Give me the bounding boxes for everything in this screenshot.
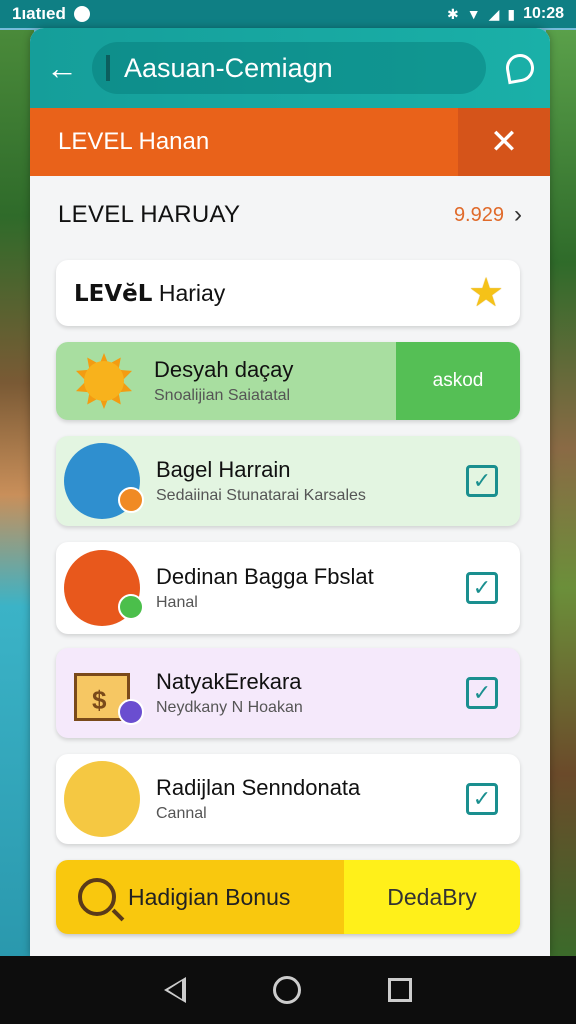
section-header[interactable]: LEVEL HARUAY 9.929 › (30, 176, 550, 254)
avatar (64, 550, 144, 626)
task-row[interactable]: $ NatyakErekara Neydkany N Hoakan ✓ (56, 648, 520, 738)
section-value: 9.929 (453, 203, 504, 226)
cursor-bar (106, 55, 110, 81)
task-title: Bagel Harrain (156, 457, 291, 482)
sun-icon (76, 353, 132, 409)
check-icon[interactable]: ✓ (466, 572, 498, 604)
clock: 10:28 (523, 5, 564, 22)
main-card: ← Aasuan-Cemiagn LEVEL Hanan ✕ LEVEL HAR… (30, 28, 550, 956)
star-icon[interactable]: ★ (468, 270, 504, 316)
signal-icon: ◢ (488, 5, 500, 22)
section-heading: LEVEL HARUAY (58, 201, 241, 228)
wifi-icon: ▼ (466, 6, 481, 22)
app-bar: ← Aasuan-Cemiagn (30, 28, 550, 108)
task-subtitle: Neydkany N Hoakan (156, 699, 303, 716)
navigation-bar (0, 956, 576, 1024)
avatar (64, 443, 144, 519)
task-title: Dedinan Bagga Fbslat (156, 564, 374, 589)
task-title: NatyakErekara (156, 669, 302, 694)
check-icon[interactable]: ✓ (466, 677, 498, 709)
level-card-label-bold: LEVĕL (74, 280, 153, 307)
carrier-label: 1ıatıed (12, 4, 66, 23)
bonus-button[interactable]: DedaBry (344, 860, 520, 934)
leaf-icon[interactable] (486, 51, 537, 85)
notification-icon (73, 6, 90, 22)
task-title: Radijlan Senndonata (156, 775, 361, 800)
task-subtitle: Sedaiinai Stunatarai Karsales (156, 487, 366, 504)
avatar (64, 761, 140, 837)
level-banner: LEVEL Hanan ✕ (30, 108, 550, 176)
task-row[interactable]: Dedinan Bagga Fbslat Hanal ✓ (56, 542, 520, 634)
daily-task-title: Desyah daçay (154, 357, 294, 382)
nav-recent-icon[interactable] (388, 978, 413, 1002)
task-subtitle: Hanal (156, 594, 198, 611)
task-row[interactable]: Radijlan Senndonata Cannal ✓ (56, 754, 520, 844)
daily-task-button[interactable]: askod (396, 342, 520, 420)
daily-task-row[interactable]: Desyah daçay Snoalijian Saiatatal askod (56, 342, 520, 420)
battery-icon: ▮ (507, 5, 516, 22)
status-bar: 1ıatıed ✱ ▼ ◢ ▮ 10:28 (0, 0, 576, 28)
bonus-bar[interactable]: Hadigian Bonus DedaBry (56, 860, 520, 934)
level-card-label: Hariay (158, 279, 226, 306)
check-icon[interactable]: ✓ (466, 465, 498, 497)
task-subtitle: Cannal (156, 805, 207, 822)
search-icon (78, 878, 116, 916)
chevron-right-icon: › (514, 201, 522, 228)
check-icon[interactable]: ✓ (466, 783, 498, 815)
badge-icon (118, 699, 144, 725)
close-icon[interactable]: ✕ (458, 108, 550, 176)
background-left (0, 30, 34, 960)
app-title: Aasuan-Cemiagn (124, 52, 333, 83)
title-search-pill[interactable]: Aasuan-Cemiagn (92, 42, 486, 94)
badge-icon (118, 487, 144, 513)
bluetooth-icon: ✱ (446, 5, 459, 22)
nav-back-icon[interactable] (163, 977, 186, 1003)
badge-icon (118, 594, 144, 620)
house-dollar-icon: $ (64, 655, 144, 731)
background-right (546, 30, 576, 960)
level-banner-label: LEVEL Hanan (58, 128, 210, 155)
nav-home-icon[interactable] (272, 976, 301, 1004)
back-arrow-icon[interactable]: ← (46, 52, 92, 84)
level-card[interactable]: LEVĕL Hariay ★ (56, 260, 520, 326)
task-row[interactable]: Bagel Harrain Sedaiinai Stunatarai Karsa… (56, 436, 520, 526)
bonus-label: Hadigian Bonus (128, 883, 291, 910)
daily-task-subtitle: Snoalijian Saiatatal (154, 387, 291, 404)
